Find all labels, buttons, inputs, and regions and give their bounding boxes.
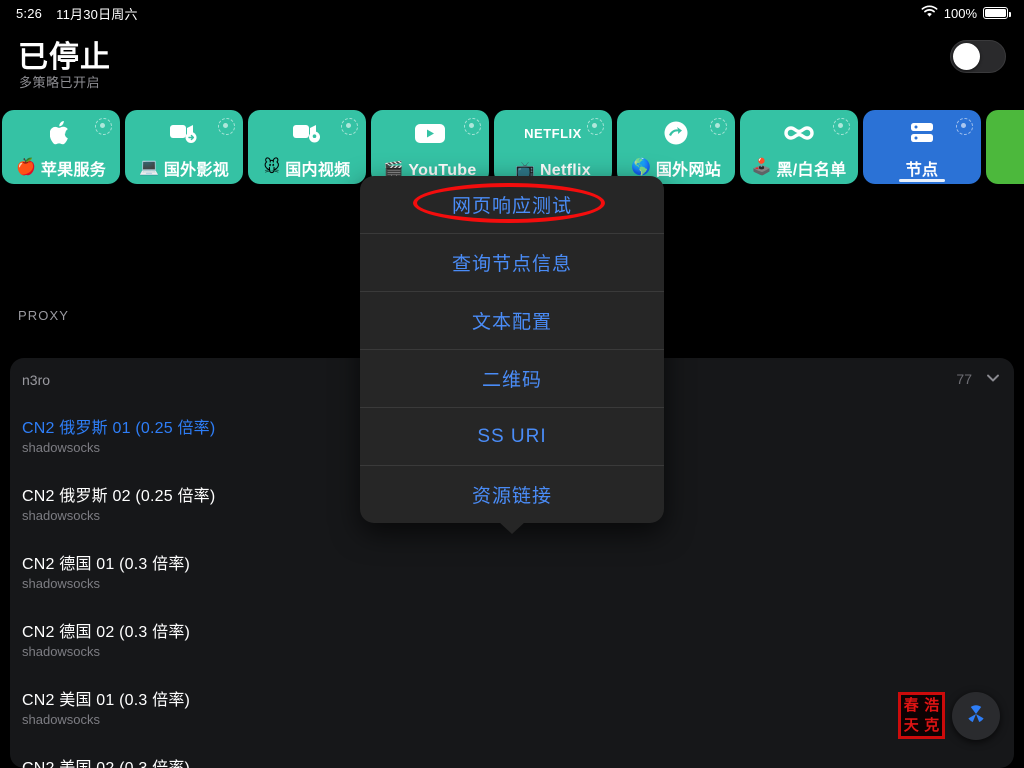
section-title-proxy: PROXY [18,308,70,323]
policy-card-footer: 💻 国外影视 [125,156,243,180]
node-type: shadowsocks [22,644,101,659]
page-title: 已停止 [18,41,111,74]
video-forward-icon [125,118,243,148]
status-date: 11月30日周六 [56,6,138,22]
policy-card-foreign-sites[interactable]: 🌎 国外网站 [617,110,735,184]
node-name: CN2 俄罗斯 01 (0.25 倍率) [22,420,216,437]
youtube-icon [371,118,489,148]
status-bar-left: 5:26 11月30日周六 [16,4,138,23]
menu-item-ss-uri[interactable]: SS URI [360,408,664,466]
policy-card-label: 国外网站 [655,162,722,179]
status-time: 5:26 [16,5,43,21]
node-name: CN2 俄罗斯 02 (0.25 倍率) [22,488,216,505]
server-icon [863,118,981,148]
propeller-logo-icon [963,701,989,732]
joystick-emoji-icon: 🕹️ [751,159,772,176]
laptop-emoji-icon: 💻 [138,159,159,176]
status-bar: 5:26 11月30日周六 100% [0,0,1024,26]
proxy-group-name: n3ro [22,372,51,388]
policy-card-label: 节点 [905,162,939,179]
policy-card-nodes[interactable]: 节点 [863,110,981,184]
wifi-icon [921,5,938,21]
power-toggle-knob [953,43,980,70]
policy-card-label: 国外影视 [163,162,230,179]
menu-item-qr-code[interactable]: 二维码 [360,350,664,408]
node-type: shadowsocks [22,440,101,455]
infinity-icon [740,118,858,148]
page-subtitle: 多策略已开启 [19,75,101,90]
node-type: shadowsocks [22,508,101,523]
apple-emoji-icon: 🍎 [15,159,36,176]
power-toggle[interactable] [950,40,1006,73]
policy-card-apple[interactable]: 🍎 苹果服务 [2,110,120,184]
chevron-down-icon[interactable] [987,377,998,388]
battery-full-icon [983,7,1011,19]
list-item[interactable]: CN2 德国 02 (0.3 倍率) shadowsocks [10,608,1014,676]
seal-char: 克 [924,716,940,735]
globe-arrow-icon [617,118,735,148]
menu-item-web-latency-test[interactable]: 网页响应测试 [360,176,664,234]
video-location-icon [248,118,366,148]
node-name: CN2 美国 02 (0.3 倍率) [22,754,190,768]
policy-card-netflix[interactable]: NETFLIX 📺 Netflix [494,110,612,184]
node-type: shadowsocks [22,576,101,591]
app-header: 已停止 多策略已开启 [0,30,1024,102]
policy-card-strip[interactable]: 🍎 苹果服务 💻 国外影视 🐭 国内视频 🎬 YouTube NETFLIX 📺… [0,110,1024,184]
status-bar-right: 100% [921,5,1011,21]
policy-card-footer: 🍎 苹果服务 [2,156,120,180]
battery-percent: 100% [943,5,977,21]
policy-card-foreign-media[interactable]: 💻 国外影视 [125,110,243,184]
node-name: CN2 德国 01 (0.3 倍率) [22,556,191,573]
seal-char: 天 [903,716,919,735]
menu-item-node-info[interactable]: 查询节点信息 [360,234,664,292]
mouse-emoji-icon: 🐭 [263,159,281,176]
policy-card-domestic-video[interactable]: 🐭 国内视频 [248,110,366,184]
policy-card-traffic[interactable]: - MB [986,110,1024,184]
menu-item-resource-link[interactable]: 资源链接 [360,466,664,523]
node-name: CN2 德国 02 (0.3 倍率) [22,624,191,641]
policy-card-youtube[interactable]: 🎬 YouTube [371,110,489,184]
watermark-seal: 春 浩 天 克 [898,692,945,739]
policy-card-footer: 节点 [863,156,981,180]
policy-card-label: 黑/白名单 [776,162,847,179]
node-name: CN2 美国 01 (0.3 倍率) [22,692,191,709]
apple-logo-icon [2,118,120,148]
netflix-wordmark-icon: NETFLIX [524,125,582,141]
list-item[interactable]: CN2 美国 01 (0.3 倍率) shadowsocks [10,676,1014,744]
policy-card-footer: 🐭 国内视频 [248,156,366,180]
list-item[interactable]: CN2 德国 01 (0.3 倍率) shadowsocks [10,540,1014,608]
earth-emoji-icon: 🌎 [630,159,651,176]
context-menu-tail [499,522,525,534]
policy-card-footer: - MB [986,162,1024,180]
proxy-group-count: 77 [956,371,972,387]
policy-card-label: 国内视频 [285,162,351,179]
list-item[interactable]: CN2 美国 02 (0.3 倍率) shadowsocks [10,744,1014,768]
node-type: shadowsocks [22,712,101,727]
policy-card-footer: 🕹️ 黑/白名单 [740,156,858,180]
policy-card-label: 苹果服务 [40,162,107,179]
policy-card-blackwhite-list[interactable]: 🕹️ 黑/白名单 [740,110,858,184]
seal-char: 春 [903,695,919,714]
bar-chart-icon [986,118,1024,148]
menu-item-text-config[interactable]: 文本配置 [360,292,664,350]
seal-char: 浩 [924,695,940,714]
context-menu-items[interactable]: 网页响应测试 查询节点信息 文本配置 二维码 SS URI 资源链接 [360,176,664,523]
app-screen: 5:26 11月30日周六 100% 已停止 多策略已开启 🍎 苹果服务 💻 国… [0,0,1024,768]
context-menu[interactable]: 网页响应测试 查询节点信息 文本配置 二维码 SS URI 资源链接 [360,176,664,534]
selected-underline [899,179,945,182]
floating-action-button[interactable] [952,692,1000,740]
